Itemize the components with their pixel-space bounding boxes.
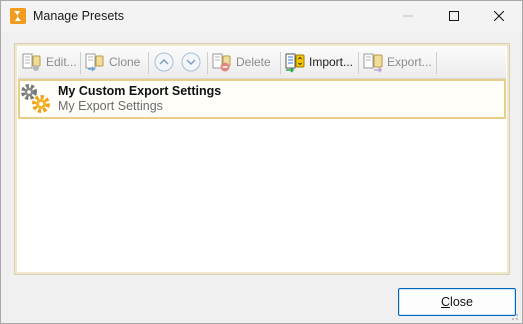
- toolbar-separator: [358, 52, 359, 74]
- maximize-button[interactable]: [431, 1, 477, 32]
- export-icon: [362, 51, 384, 73]
- toolbar-separator: [436, 52, 437, 74]
- list-item[interactable]: My Custom Export Settings My Export Sett…: [18, 79, 506, 119]
- chevron-up-icon: [154, 52, 174, 72]
- edit-button[interactable]: Edit...: [21, 50, 77, 74]
- export-button[interactable]: Export...: [362, 50, 432, 74]
- delete-label: Delete: [236, 55, 271, 69]
- export-label: Export...: [387, 55, 432, 69]
- clone-icon: [84, 51, 106, 73]
- title-bar[interactable]: Manage Presets: [1, 1, 522, 32]
- presets-panel: Edit... Clone Delete Import... Export...…: [14, 43, 510, 275]
- presets-toolbar: Edit... Clone Delete Import... Export...: [18, 47, 506, 79]
- preset-subtitle: My Export Settings: [58, 99, 163, 113]
- window-title: Manage Presets: [33, 9, 125, 23]
- import-icon: [284, 51, 306, 73]
- minimize-icon: [403, 15, 413, 17]
- import-button[interactable]: Import...: [284, 50, 353, 74]
- presets-list[interactable]: My Custom Export Settings My Export Sett…: [18, 79, 506, 271]
- close-accelerator: C: [441, 295, 451, 309]
- gears-icon: [20, 82, 56, 116]
- resize-grip-icon[interactable]: [509, 310, 519, 320]
- move-down-button[interactable]: [181, 52, 201, 72]
- edit-label: Edit...: [46, 55, 77, 69]
- move-up-button[interactable]: [154, 52, 174, 72]
- clone-label: Clone: [109, 55, 141, 69]
- close-icon: [494, 11, 504, 21]
- delete-icon: [211, 51, 233, 73]
- import-label: Import...: [309, 55, 354, 69]
- manage-presets-dialog: Manage Presets Edit... Clone Delete Impo…: [0, 0, 523, 324]
- edit-icon: [21, 51, 43, 73]
- close-window-button[interactable]: [476, 1, 522, 32]
- chevron-down-icon: [181, 52, 201, 72]
- toolbar-separator: [148, 52, 149, 74]
- preset-title: My Custom Export Settings: [58, 84, 222, 98]
- toolbar-separator: [207, 52, 208, 74]
- maximize-icon: [449, 11, 459, 21]
- delete-button[interactable]: Delete: [211, 50, 271, 74]
- toolbar-separator: [280, 52, 281, 74]
- app-icon: [10, 8, 26, 24]
- close-label-rest: lose: [450, 295, 473, 309]
- minimize-button[interactable]: [385, 1, 431, 32]
- toolbar-separator: [80, 52, 81, 74]
- clone-button[interactable]: Clone: [84, 50, 140, 74]
- close-button[interactable]: Close: [398, 288, 516, 316]
